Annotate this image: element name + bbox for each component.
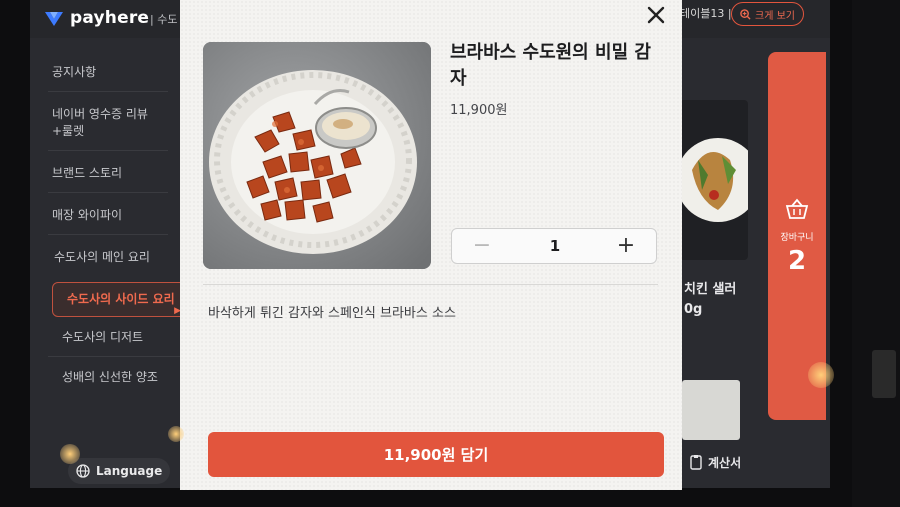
payhere-logo-icon — [45, 12, 63, 26]
product-image-salad[interactable] — [678, 100, 748, 260]
light-reflection — [808, 362, 834, 388]
logo-text: payhere — [70, 8, 150, 28]
sidebar-item-main-dish[interactable]: 수도사의 메인 요리 — [48, 235, 170, 276]
salad-plate-image — [678, 138, 748, 222]
quantity-stepper: − 1 + — [451, 228, 657, 264]
zoom-view-button[interactable]: 크게 보기 — [731, 2, 804, 26]
close-icon[interactable] — [645, 4, 667, 26]
receipt-button[interactable]: 계산서 — [690, 454, 741, 471]
product-name: 브라바스 수도원의 비밀 감자 — [450, 42, 651, 89]
payhere-logo: payhere — [44, 8, 149, 28]
sidebar-item-label: 공지사항 — [52, 65, 97, 79]
product-image-next[interactable] — [682, 380, 740, 440]
add-to-cart-button[interactable]: 11,900원 담기 — [208, 432, 664, 477]
sidebar-item-label: 브랜드 스토리 — [52, 166, 123, 180]
category-sidebar: 공지사항 네이버 영수증 리뷰+룰렛 브랜드 스토리 매장 와이파이 수도사의 … — [30, 46, 190, 396]
language-label: Language — [96, 464, 163, 478]
sidebar-item-notice[interactable]: 공지사항 — [48, 46, 168, 92]
device-bezel — [852, 0, 900, 507]
sidebar-item-label: 성배의 신선한 양조 — [62, 370, 158, 384]
product-description: 바삭하게 튀긴 감자와 스페인식 브라바스 소스 — [208, 306, 456, 321]
receipt-icon — [690, 455, 702, 470]
sidebar-item-side-dish[interactable]: 수도사의 사이드 요리 ▶ — [52, 282, 188, 317]
increase-quantity-button[interactable]: + — [606, 233, 646, 259]
decrease-quantity-button[interactable]: − — [462, 233, 502, 259]
sidebar-item-wifi[interactable]: 매장 와이파이 — [48, 193, 168, 235]
sidebar-item-label: 수도사의 메인 요리 — [54, 250, 150, 264]
cart-label: 장바구니 — [780, 233, 814, 243]
light-reflection — [60, 444, 80, 464]
sidebar-item-brand-story[interactable]: 브랜드 스토리 — [48, 151, 168, 193]
sidebar-item-label: 네이버 영수증 리뷰+룰렛 — [52, 107, 148, 138]
product-weight-salad: 0g — [684, 302, 703, 317]
zoom-view-label: 크게 보기 — [755, 10, 795, 22]
divider — [203, 284, 658, 285]
light-reflection — [168, 426, 184, 442]
add-to-cart-label: 11,900원 담기 — [383, 446, 489, 464]
product-detail-modal: 브라바스 수도원의 비밀 감자 11,900원 − 1 + 바삭하게 튀긴 감자… — [180, 0, 682, 490]
sidebar-item-label: 매장 와이파이 — [52, 208, 123, 222]
product-price: 11,900원 — [450, 103, 508, 118]
basket-icon — [785, 198, 809, 219]
device-side-object — [872, 350, 896, 398]
receipt-label: 계산서 — [708, 456, 742, 470]
sidebar-item-brew[interactable]: 성배의 신선한 양조 — [48, 357, 172, 396]
language-button[interactable]: Language — [68, 458, 171, 484]
product-name-salad: 치킨 샐러 — [684, 282, 737, 297]
cart-count: 2 — [787, 246, 807, 276]
store-name: | 수도 — [150, 13, 178, 26]
zoom-in-icon — [740, 8, 751, 20]
product-image — [203, 42, 431, 269]
sidebar-item-dessert[interactable]: 수도사의 디저트 — [48, 317, 188, 357]
table-label: 테이블13 | — [680, 7, 732, 20]
globe-icon — [76, 464, 90, 478]
sidebar-item-label: 수도사의 사이드 요리 — [67, 292, 175, 306]
sidebar-item-label: 수도사의 디저트 — [62, 330, 144, 344]
sidebar-item-naver-review[interactable]: 네이버 영수증 리뷰+룰렛 — [48, 92, 168, 151]
quantity-value: 1 — [549, 237, 561, 255]
